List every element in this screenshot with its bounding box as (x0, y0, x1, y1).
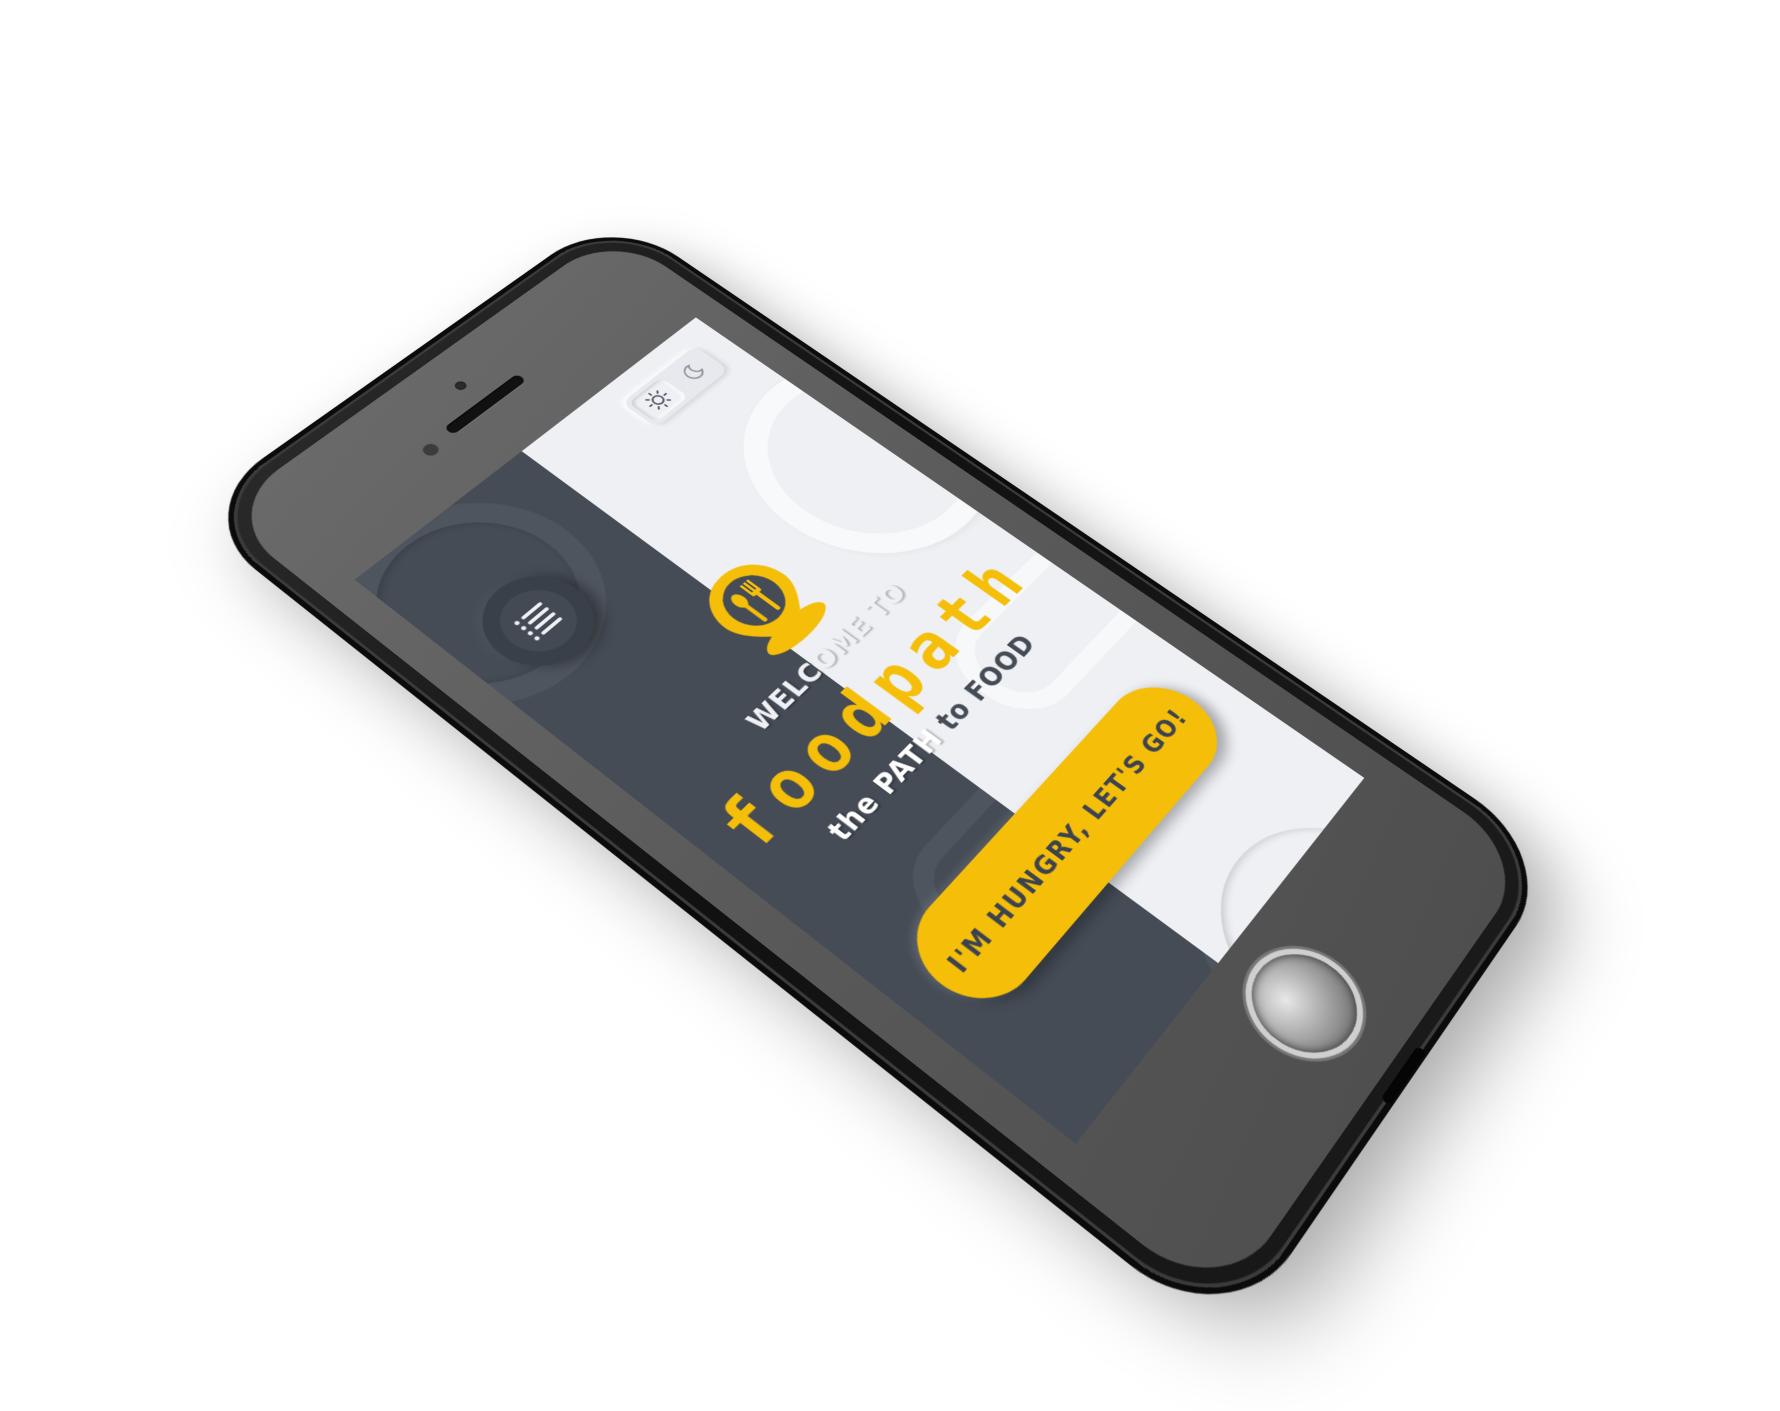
phone-face: WELCOME TO foodpath the PATH to FOOD I'M… (216, 230, 1534, 1307)
hungry-cta-button[interactable]: I'M HUNGRY, LET'S GO! (892, 668, 1238, 1022)
phone-device: WELCOME TO foodpath the PATH to FOOD I'M… (193, 216, 1555, 1334)
front-camera (452, 379, 469, 392)
menu-lines-icon (513, 601, 563, 642)
sun-icon (639, 385, 678, 414)
mockup-stage: WELCOME TO foodpath the PATH to FOOD I'M… (0, 0, 1780, 1411)
moon-icon (675, 359, 711, 386)
app-screen: WELCOME TO foodpath the PATH to FOOD I'M… (354, 317, 1365, 1144)
brand-name-part1: food (700, 669, 917, 866)
home-button[interactable] (1231, 934, 1377, 1074)
tagline-part1: the PATH (821, 723, 951, 848)
proximity-sensor (419, 441, 442, 459)
menu-button-inner (483, 577, 593, 665)
bg-ring-decor (1139, 757, 1365, 1118)
